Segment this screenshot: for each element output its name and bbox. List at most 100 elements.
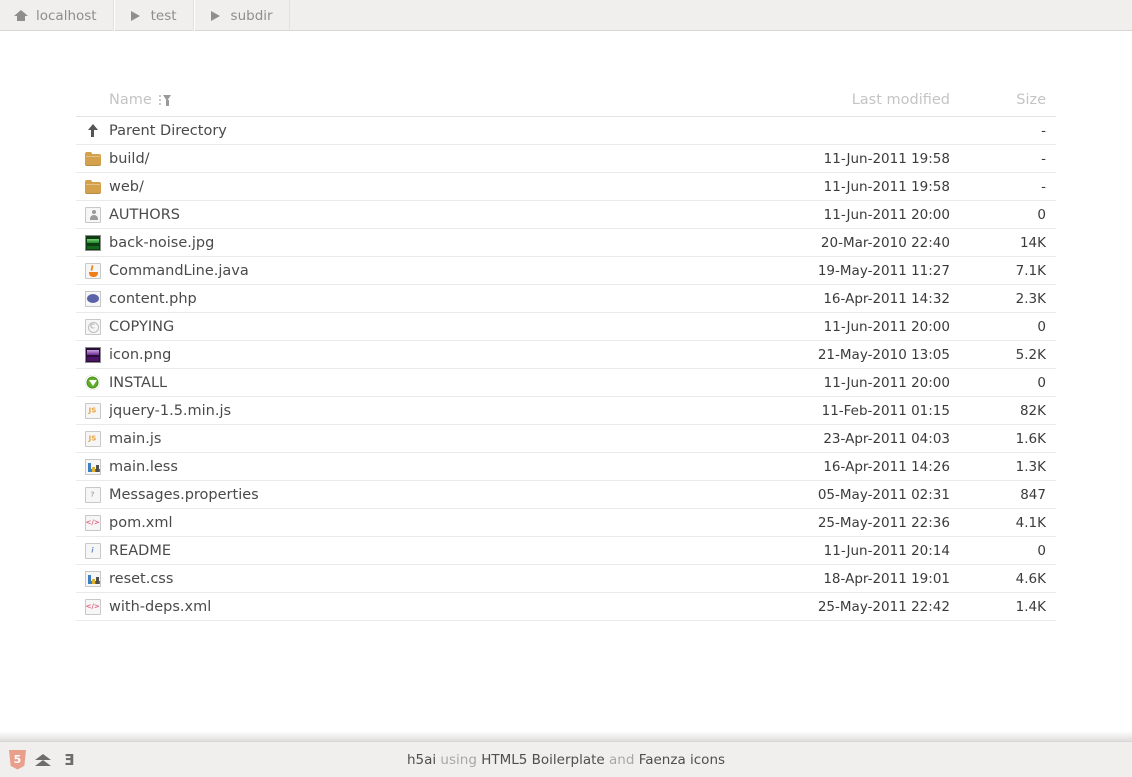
file-date-cell: 11-Jun-2011 20:14 — [823, 542, 950, 559]
file-name-label: build/ — [109, 150, 150, 167]
file-name-cell[interactable]: build/ — [76, 149, 740, 169]
file-icon-container: </> — [76, 513, 109, 533]
footer-text-part: and — [604, 751, 639, 768]
file-name-cell[interactable]: C COPYING — [76, 317, 740, 337]
table-header-row: Name Last modified Size — [76, 72, 1056, 117]
file-name-label: main.js — [109, 430, 162, 447]
file-icon-container: php — [76, 289, 109, 309]
file-size-cell: 5.2K — [1015, 346, 1046, 363]
file-name-label: reset.css — [109, 570, 174, 587]
file-name-cell[interactable]: AUTHORS — [76, 205, 740, 225]
column-header-last-modified[interactable]: Last modified — [740, 92, 956, 116]
file-icon-label: JS — [88, 434, 97, 442]
file-name-cell[interactable]: back-noise.jpg — [76, 233, 740, 253]
file-name-cell[interactable]: ? Messages.properties — [76, 485, 740, 505]
file-date-cell: 11-Jun-2011 20:00 — [823, 374, 950, 391]
file-name-cell[interactable]: </> pom.xml — [76, 513, 740, 533]
column-header-name[interactable]: Name — [76, 92, 740, 116]
table-row[interactable]: AUTHORS 11-Jun-2011 20:00 0 — [76, 201, 1056, 229]
stylesheet-icon — [84, 570, 101, 587]
file-icon-container: JS — [76, 401, 109, 421]
table-row[interactable]: </> with-deps.xml 25-May-2011 22:42 1.4K — [76, 593, 1056, 621]
table-row[interactable]: Parent Directory - — [76, 117, 1056, 145]
table-row[interactable]: php content.php 16-Apr-2011 14:32 2.3K — [76, 285, 1056, 313]
file-date-cell: 11-Jun-2011 20:00 — [823, 206, 950, 223]
file-date-cell: 21-May-2010 13:05 — [817, 346, 950, 363]
breadcrumb-item-test[interactable]: test — [113, 0, 194, 31]
file-name-label: AUTHORS — [109, 206, 180, 223]
file-name-cell[interactable]: main.less — [76, 457, 740, 477]
file-name-label: COPYING — [109, 318, 175, 335]
footer-credit-text: h5ai using HTML5 Boilerplate and Faenza … — [0, 752, 1132, 768]
file-size-cell: 847 — [1020, 486, 1046, 503]
table-row[interactable]: JS main.js 23-Apr-2011 04:03 1.6K — [76, 425, 1056, 453]
file-icon-container — [76, 121, 109, 141]
table-row[interactable]: web/11-Jun-2011 19:58 - — [76, 173, 1056, 201]
html5-boilerplate-logo-icon[interactable] — [34, 750, 53, 770]
file-date-cell: 23-Apr-2011 04:03 — [823, 430, 950, 447]
file-name-label: CommandLine.java — [109, 262, 249, 279]
file-size-cell: 4.1K — [1015, 514, 1046, 531]
triangle-right-icon — [209, 9, 223, 23]
home-icon — [14, 9, 28, 23]
file-name-label: back-noise.jpg — [109, 234, 215, 251]
table-row[interactable]: ? Messages.properties 05-May-2011 02:31 847 — [76, 481, 1056, 509]
file-name-cell[interactable]: </> with-deps.xml — [76, 597, 740, 617]
file-icon-container: </> — [76, 597, 109, 617]
table-row[interactable]: i README 11-Jun-2011 20:14 0 — [76, 537, 1056, 565]
javascript-icon: JS — [84, 430, 101, 447]
sort-descending-icon[interactable] — [158, 95, 173, 107]
file-name-cell[interactable]: icon.png — [76, 345, 740, 365]
html5-logo-glyph: 5 — [13, 752, 22, 766]
table-row[interactable]: main.less 16-Apr-2011 14:26 1.3K — [76, 453, 1056, 481]
table-row[interactable]: INSTALL 11-Jun-2011 20:00 0 — [76, 369, 1056, 397]
file-icon-container — [76, 261, 109, 281]
file-name-label: content.php — [109, 290, 197, 307]
column-header-size[interactable]: Size — [956, 92, 1056, 116]
file-date-cell: 25-May-2011 22:42 — [817, 598, 950, 615]
unknown-file-icon: ? — [84, 486, 101, 503]
file-size-cell: - — [1041, 122, 1046, 139]
less-css-logo-icon[interactable]: E — [60, 750, 79, 770]
file-table: Name Last modified Size Parent Directory… — [76, 72, 1056, 621]
file-name-cell[interactable]: JS main.js — [76, 429, 740, 449]
file-icon-container — [76, 149, 109, 169]
file-icon-label: i — [91, 546, 94, 554]
file-icon-container — [76, 205, 109, 225]
footer-text-part[interactable]: HTML5 Boilerplate — [481, 752, 605, 768]
file-size-cell: - — [1041, 178, 1046, 195]
file-icon-label: JS — [88, 406, 97, 414]
breadcrumb-item-subdir[interactable]: subdir — [193, 0, 290, 31]
xml-icon: </> — [84, 598, 101, 615]
file-name-cell[interactable]: Parent Directory — [76, 121, 740, 141]
file-name-cell[interactable]: CommandLine.java — [76, 261, 740, 281]
file-size-cell: 4.6K — [1015, 570, 1046, 587]
file-name-cell[interactable]: i README — [76, 541, 740, 561]
table-row[interactable]: build/11-Jun-2011 19:58 - — [76, 145, 1056, 173]
table-row[interactable]: back-noise.jpg 20-Mar-2010 22:40 14K — [76, 229, 1056, 257]
breadcrumb-item-localhost[interactable]: localhost — [0, 0, 114, 31]
file-name-cell[interactable]: INSTALL — [76, 373, 740, 393]
table-row[interactable]: </> pom.xml 25-May-2011 22:36 4.1K — [76, 509, 1056, 537]
footer-text-part[interactable]: h5ai — [407, 752, 436, 768]
table-row[interactable]: reset.css 18-Apr-2011 19:01 4.6K — [76, 565, 1056, 593]
table-row[interactable]: icon.png 21-May-2010 13:05 5.2K — [76, 341, 1056, 369]
file-date-cell: 11-Jun-2011 19:58 — [823, 178, 950, 195]
folder-icon — [84, 179, 101, 194]
file-icon-label: ? — [90, 490, 95, 498]
image-jpg-icon — [84, 234, 101, 251]
table-row[interactable]: C COPYING 11-Jun-2011 20:00 0 — [76, 313, 1056, 341]
footer-text-part[interactable]: Faenza icons — [639, 752, 725, 768]
file-icon-container — [76, 457, 109, 477]
file-name-cell[interactable]: JS jquery-1.5.min.js — [76, 401, 740, 421]
file-icon-label: </> — [85, 518, 100, 526]
file-name-cell[interactable]: web/ — [76, 177, 740, 197]
file-name-cell[interactable]: reset.css — [76, 569, 740, 589]
file-size-cell: 82K — [1019, 402, 1046, 419]
table-row[interactable]: CommandLine.java 19-May-2011 11:27 7.1K — [76, 257, 1056, 285]
php-icon: php — [84, 290, 101, 307]
html5-logo-icon[interactable]: 5 — [8, 749, 27, 770]
table-row[interactable]: JS jquery-1.5.min.js 11-Feb-2011 01:15 82K — [76, 397, 1056, 425]
file-name-cell[interactable]: php content.php — [76, 289, 740, 309]
triangle-right-icon — [129, 9, 143, 23]
